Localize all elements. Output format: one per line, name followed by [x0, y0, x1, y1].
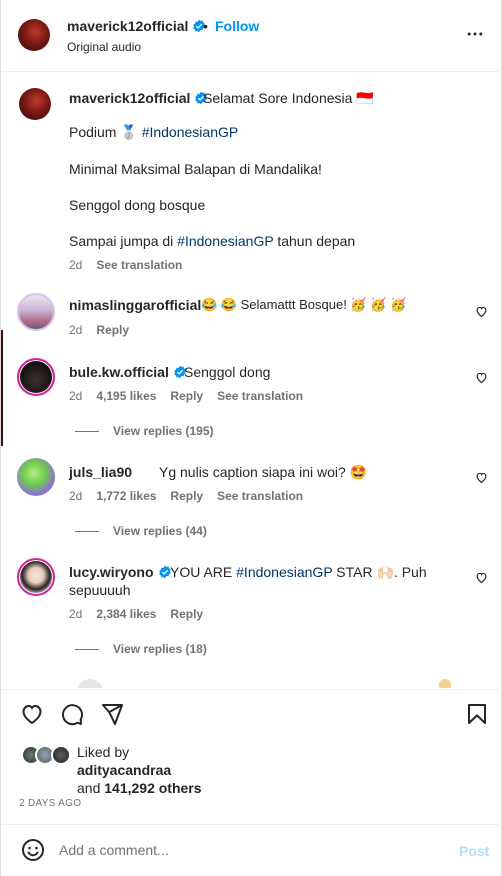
- comment-username-link[interactable]: lucy.wiryono: [69, 564, 172, 580]
- author-username[interactable]: maverick12official: [67, 18, 188, 34]
- replies-divider: [75, 531, 99, 533]
- reply-button[interactable]: Reply: [170, 389, 203, 403]
- comment-likes-count[interactable]: 4,195 likes: [96, 389, 156, 403]
- comment-likes-count[interactable]: 1,772 likes: [96, 489, 156, 503]
- comment-like-heart-icon[interactable]: [475, 305, 488, 318]
- commenter-avatar[interactable]: [17, 358, 55, 396]
- liker-avatar[interactable]: [51, 745, 71, 765]
- comment-meta: 2d Reply: [69, 323, 143, 337]
- comment-likes-count[interactable]: 2,384 likes: [96, 607, 156, 621]
- caption-text-line3: Minimal Maksimal Balapan di Mandalika!: [69, 161, 322, 177]
- heart-icon[interactable]: [20, 702, 44, 726]
- view-replies-label[interactable]: View replies (195): [113, 424, 214, 438]
- commenter-avatar[interactable]: [17, 458, 55, 496]
- emoji-icon[interactable]: [21, 838, 45, 862]
- comment-meta: 2d 4,195 likes Reply See translation: [69, 389, 317, 403]
- comment-time[interactable]: 2d: [69, 323, 82, 337]
- caption-text-podium: Podium 🥈: [69, 124, 142, 140]
- post-date[interactable]: 2 DAYS AGO: [19, 798, 81, 809]
- post-button[interactable]: Post: [459, 843, 489, 859]
- comment-text-line2: sepuuuuh: [69, 582, 131, 598]
- see-translation-button[interactable]: See translation: [217, 489, 303, 503]
- post-header: maverick12official • Follow Original aud…: [1, 0, 502, 72]
- comment-text: 😂 😂 Selamattt Bosque! 🥳 🥳 🥳: [201, 297, 407, 312]
- reply-button[interactable]: Reply: [170, 489, 203, 503]
- bookmark-icon[interactable]: [465, 702, 489, 726]
- commenter-avatar[interactable]: [17, 293, 55, 331]
- reply-button[interactable]: Reply: [96, 323, 129, 337]
- view-replies-button[interactable]: View replies (44): [75, 524, 207, 538]
- hashtag-link[interactable]: #IndonesianGP: [236, 564, 332, 580]
- separator-dot: •: [203, 18, 208, 34]
- caption-text-line2: Podium 🥈 #IndonesianGP: [69, 124, 238, 141]
- next-commenter-avatar-partial: [77, 679, 103, 688]
- liked-others-count[interactable]: 141,292 others: [104, 780, 201, 796]
- hashtag-link[interactable]: #IndonesianGP: [177, 233, 273, 249]
- liker-avatars[interactable]: [21, 745, 75, 765]
- see-translation-button[interactable]: See translation: [217, 389, 303, 403]
- caption-text-sampai: Sampai jumpa di: [69, 233, 178, 249]
- liked-by-label: Liked by: [77, 744, 130, 760]
- comment-text: Yg nulis caption siapa ini woi? 🤩: [159, 464, 368, 480]
- comment-username[interactable]: nimaslinggarofficial: [69, 297, 201, 313]
- caption-text-line5: Sampai jumpa di #IndonesianGP tahun depa…: [69, 233, 355, 249]
- comment-text-b: STAR 🙌🏻. Puh: [332, 564, 427, 580]
- comment-username[interactable]: lucy.wiryono: [69, 564, 154, 580]
- post-dialog: maverick12official • Follow Original aud…: [0, 0, 502, 876]
- view-replies-button[interactable]: View replies (195): [75, 424, 214, 438]
- add-comment-input[interactable]: [59, 842, 439, 858]
- more-horizontal-icon[interactable]: [465, 24, 485, 44]
- comment-username[interactable]: bule.kw.official: [69, 364, 169, 380]
- replies-divider: [75, 649, 99, 651]
- comment-meta: 2d 2,384 likes Reply: [69, 607, 217, 621]
- original-audio-link[interactable]: Original audio: [67, 40, 141, 54]
- caption-meta: 2d See translation: [69, 258, 196, 272]
- hashtag-link[interactable]: #IndonesianGP: [142, 124, 239, 140]
- comment-like-heart-icon[interactable]: [475, 371, 488, 384]
- view-replies-label[interactable]: View replies (44): [113, 524, 207, 538]
- comment-time[interactable]: 2d: [69, 389, 82, 403]
- caption-author-avatar[interactable]: [19, 88, 51, 120]
- comment-time[interactable]: 2d: [69, 489, 82, 503]
- see-translation-button[interactable]: See translation: [96, 258, 182, 272]
- liked-by-username[interactable]: adityacandraa: [77, 762, 171, 778]
- comment-username[interactable]: juls_lia90: [69, 464, 132, 480]
- view-replies-label[interactable]: View replies (18): [113, 642, 207, 656]
- reply-button[interactable]: Reply: [170, 607, 203, 621]
- comment-meta: 2d 1,772 likes Reply See translation: [69, 489, 317, 503]
- comment-like-heart-icon[interactable]: [475, 571, 488, 584]
- caption-username[interactable]: maverick12official: [69, 90, 190, 106]
- caption-username-link[interactable]: maverick12official: [69, 90, 208, 106]
- follow-button[interactable]: Follow: [215, 18, 259, 34]
- caption-text-line1: Selamat Sore Indonesia 🇮🇩: [203, 90, 374, 106]
- comment-text: Senggol dong: [184, 364, 271, 380]
- comment-time[interactable]: 2d: [69, 607, 82, 621]
- comments-scroll-area[interactable]: maverick12official Selamat Sore Indonesi…: [1, 73, 502, 688]
- liked-by-others[interactable]: and 141,292 others: [77, 780, 202, 796]
- author-username-link[interactable]: maverick12official: [67, 18, 206, 34]
- liked-others-prefix: and: [77, 780, 105, 796]
- caption-text-tail: tahun depan: [273, 233, 356, 249]
- caption-text-line4: Senggol dong bosque: [69, 197, 206, 213]
- share-icon[interactable]: [100, 702, 124, 726]
- comment-text-a: YOU ARE: [170, 564, 237, 580]
- author-avatar[interactable]: [18, 19, 50, 51]
- commenter-avatar[interactable]: [17, 558, 55, 596]
- comment-like-heart-icon[interactable]: [475, 471, 488, 484]
- comment-text-line1: YOU ARE #IndonesianGP STAR 🙌🏻. Puh: [170, 564, 427, 581]
- caption-time[interactable]: 2d: [69, 258, 82, 272]
- view-replies-button[interactable]: View replies (18): [75, 642, 207, 656]
- replies-divider: [75, 431, 99, 433]
- comment-icon[interactable]: [60, 702, 84, 726]
- partial-emoji: [439, 679, 451, 688]
- comment-username-link[interactable]: bule.kw.official: [69, 364, 187, 380]
